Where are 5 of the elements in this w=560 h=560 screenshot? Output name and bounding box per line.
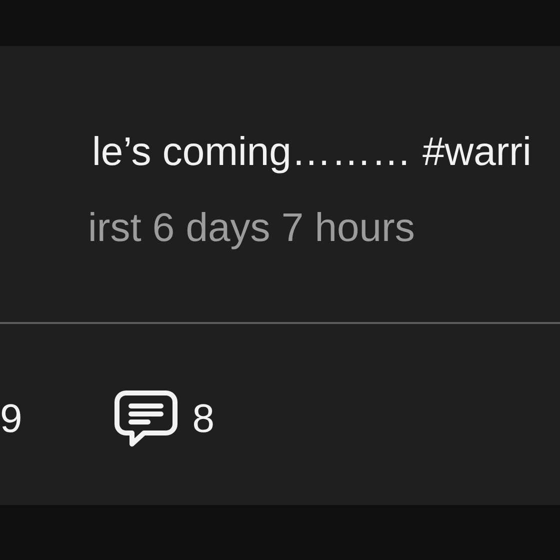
count: 9 (0, 396, 22, 443)
comment-icon[interactable] (114, 390, 178, 448)
post-text: le’s coming……… #warri (92, 129, 532, 176)
post-meta: irst 6 days 7 hours (88, 205, 416, 252)
comment-count: 8 (192, 396, 214, 443)
